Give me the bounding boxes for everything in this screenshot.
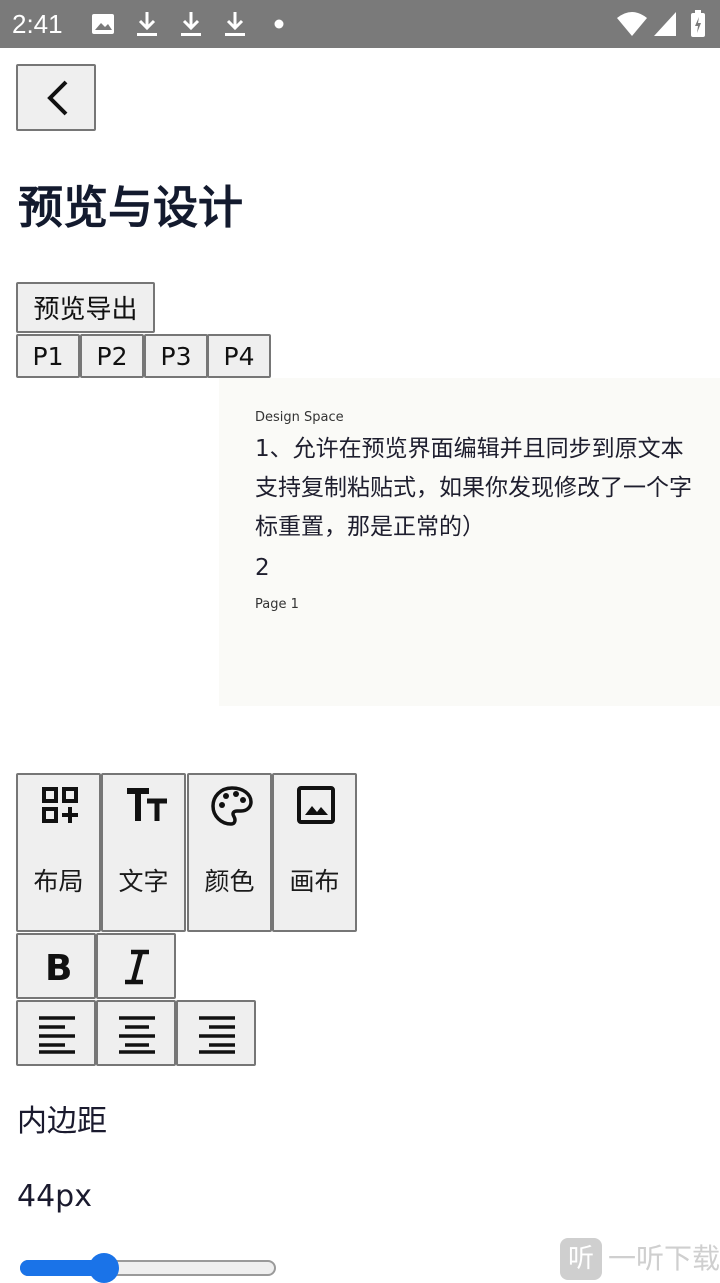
text-button[interactable]: 文字 [101,773,186,932]
watermark-text: 一听下载 [608,1242,720,1275]
italic-icon [125,949,149,985]
text-line: 标重置，那是正常的） [255,514,485,540]
align-center-icon [119,1016,155,1054]
watermark-badge: 听 [560,1238,602,1280]
status-bar: 2:41 [0,0,720,48]
color-label: 颜色 [204,867,255,896]
design-space-label: Design Space [255,410,344,425]
battery-icon [691,10,705,37]
italic-button[interactable] [96,933,176,999]
align-right-button[interactable] [176,1000,256,1066]
design-space-canvas[interactable]: Design Space 1、允许在预览界面编辑并且同步到原文本 支持复制粘贴式… [219,378,720,706]
bold-button[interactable]: B [16,933,96,999]
dot-icon [274,19,284,29]
chevron-left-icon [47,80,68,116]
align-right-icon [199,1016,235,1054]
align-left-icon [39,1016,75,1054]
download-icon [225,12,245,36]
wifi-icon [617,12,647,36]
layout-add-icon [42,787,78,823]
export-button[interactable]: 预览导出 [16,282,155,333]
status-time: 2:41 [12,9,63,39]
tab-page-3[interactable]: P3 [144,334,208,378]
palette-icon [211,786,253,826]
download-icon [181,12,201,36]
text-line: 支持复制粘贴式，如果你发现修改了一个字 [255,475,692,501]
watermark-logo: 听 一听下载 [558,1236,720,1280]
text-number: 2 [255,555,270,581]
text-line: 1、允许在预览界面编辑并且同步到原文本 [255,436,684,462]
text-size-icon [127,788,167,821]
svg-text:B: B [45,948,72,987]
bold-icon: B [45,948,72,987]
layout-label: 布局 [33,867,84,896]
tab-page-1[interactable]: P1 [16,334,80,378]
padding-slider-thumb[interactable] [89,1253,120,1283]
canvas-label: 画布 [289,867,340,896]
text-label: 文字 [118,867,169,896]
editable-text-block[interactable]: 1、允许在预览界面编辑并且同步到原文本 支持复制粘贴式，如果你发现修改了一个字 … [255,430,720,588]
page-label: Page 1 [255,597,299,612]
tab-page-2[interactable]: P2 [80,334,144,378]
tab-page-4[interactable]: P4 [207,334,271,378]
color-button[interactable]: 颜色 [187,773,272,932]
align-left-button[interactable] [16,1000,96,1066]
padding-label: 内边距 [17,1104,107,1139]
align-center-button[interactable] [96,1000,176,1066]
layout-button[interactable]: 布局 [16,773,101,932]
canvas-button[interactable]: 画布 [272,773,357,932]
padding-value: 44px [17,1179,92,1214]
signal-icon [654,12,676,36]
back-button[interactable] [16,64,96,131]
page-title: 预览与设计 [18,181,244,234]
image-icon [92,14,114,34]
image-icon [297,786,335,824]
download-icon [137,12,157,36]
